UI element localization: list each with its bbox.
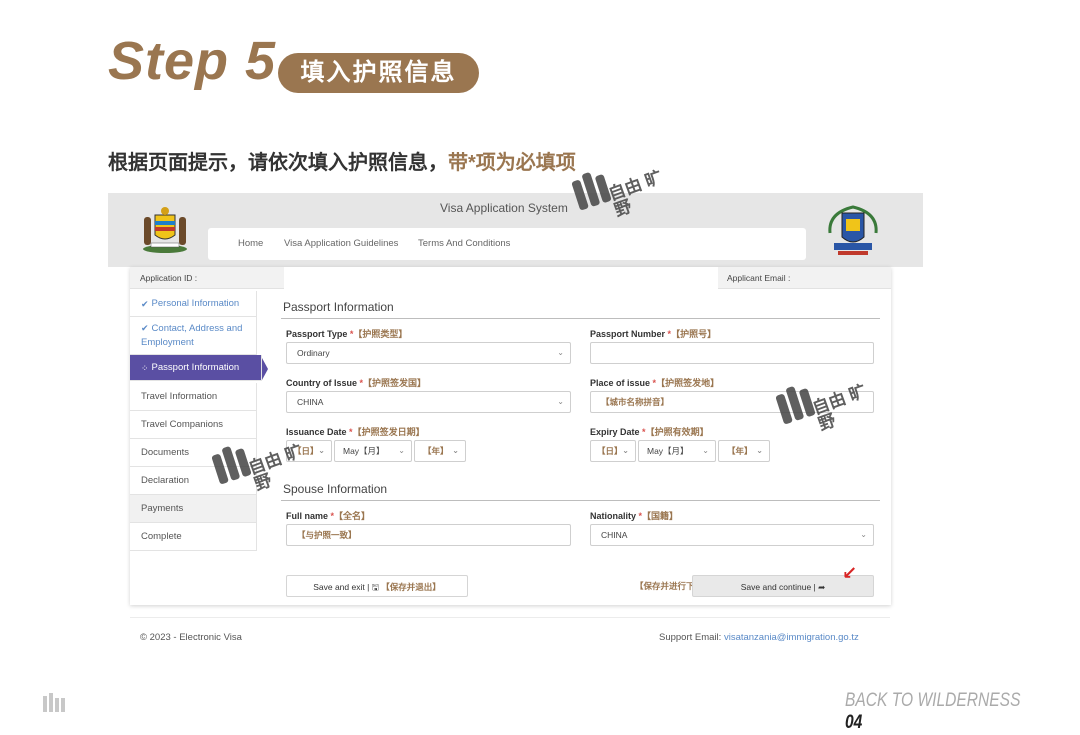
chevron-down-icon: ⌄ bbox=[702, 446, 709, 455]
site-banner: Visa Application System Home Visa Applic… bbox=[108, 193, 923, 267]
expiry-day-select[interactable]: 【日】 ⌄ bbox=[590, 440, 636, 462]
copyright-text: © 2023 - Electronic Visa bbox=[140, 632, 242, 643]
sidebar-item-contact[interactable]: ✔ Contact, Address and Employment bbox=[130, 317, 257, 355]
instruction-accent: 带*项为必填项 bbox=[448, 152, 576, 174]
save-and-exit-button[interactable]: Save and exit | 🖫 【保存并退出】 bbox=[286, 575, 468, 597]
chevron-down-icon: ⌄ bbox=[452, 446, 459, 455]
save-icon: 🖫 bbox=[371, 582, 379, 592]
instruction-text: 根据页面提示，请依次填入护照信息，带*项为必填项 bbox=[108, 146, 576, 175]
brand-logo-icon bbox=[43, 693, 65, 712]
watermark-logo-icon: 自由 旷野 bbox=[571, 166, 682, 236]
issuance-month-select[interactable]: May【月】 ⌄ bbox=[334, 440, 412, 462]
expiry-date-label: Expiry Date *【护照有效期】 bbox=[590, 427, 709, 437]
full-name-input[interactable]: 【与护照一致】 bbox=[286, 524, 571, 546]
nav-guidelines[interactable]: Visa Application Guidelines bbox=[284, 238, 398, 249]
system-title: Visa Application System bbox=[440, 201, 568, 215]
issuance-year-select[interactable]: 【年】 ⌄ bbox=[414, 440, 466, 462]
sidebar-item-complete[interactable]: Complete bbox=[130, 523, 257, 551]
country-issue-label: Country of Issue *【护照签发国】 bbox=[286, 378, 427, 388]
nationality-label: Nationality *【国籍】 bbox=[590, 511, 679, 521]
sidebar-item-companions[interactable]: Travel Companions bbox=[130, 411, 257, 439]
passport-number-input[interactable] bbox=[590, 342, 874, 364]
step-pill: 填入护照信息 bbox=[278, 53, 479, 93]
immigration-emblem-icon bbox=[828, 205, 878, 255]
sidebar-item-personal[interactable]: ✔ Personal Information bbox=[130, 291, 257, 317]
support-email-link[interactable]: visatanzania@immigration.go.tz bbox=[724, 632, 859, 643]
passport-section-rule bbox=[281, 318, 880, 319]
spinner-icon: ⁘ bbox=[141, 362, 149, 373]
application-id-value bbox=[284, 267, 718, 289]
country-issue-select[interactable]: CHINA ⌄ bbox=[286, 391, 571, 413]
passport-type-label: Passport Type *【护照类型】 bbox=[286, 329, 408, 339]
sidebar-item-travel[interactable]: Travel Information bbox=[130, 383, 257, 411]
issuance-date-label: Issuance Date *【护照签发日期】 bbox=[286, 427, 425, 437]
support-email: Support Email: visatanzania@immigration.… bbox=[659, 632, 859, 643]
expiry-month-select[interactable]: May【月】 ⌄ bbox=[638, 440, 716, 462]
brand-footer: BACK TO WILDERNESS 04 bbox=[845, 690, 1021, 733]
nav-home[interactable]: Home bbox=[238, 238, 263, 249]
full-name-label: Full name *【全名】 bbox=[286, 511, 371, 521]
red-pointer-arrow-icon: ↙ bbox=[842, 563, 858, 583]
chevron-down-icon: ⌄ bbox=[622, 446, 629, 455]
passport-number-label: Passport Number *【护照号】 bbox=[590, 329, 717, 339]
chevron-down-icon: ⌄ bbox=[398, 446, 405, 455]
spouse-section-rule bbox=[281, 500, 880, 501]
active-indicator bbox=[262, 358, 268, 380]
sidebar-item-passport[interactable]: ⁘ Passport Information bbox=[130, 355, 262, 381]
watermark-logo-icon: 自由 旷野 bbox=[775, 380, 886, 450]
instruction-main: 根据页面提示，请依次填入护照信息， bbox=[108, 152, 448, 174]
top-nav: Home Visa Application Guidelines Terms A… bbox=[208, 228, 806, 260]
step-title: Step 5 bbox=[108, 31, 277, 91]
place-issue-label: Place of issue *【护照签发地】 bbox=[590, 378, 720, 388]
footer-divider bbox=[130, 617, 890, 618]
chevron-down-icon: ⌄ bbox=[860, 530, 867, 539]
chevron-down-icon: ⌄ bbox=[756, 446, 763, 455]
applicant-email-label: Applicant Email : bbox=[727, 273, 791, 283]
check-icon: ✔ bbox=[141, 323, 149, 333]
id-bar: Application ID : Applicant Email : bbox=[130, 267, 891, 289]
chevron-down-icon: ⌄ bbox=[557, 397, 564, 406]
passport-type-select[interactable]: Ordinary ⌄ bbox=[286, 342, 571, 364]
share-arrow-icon: ➦ bbox=[818, 582, 826, 592]
passport-section-title: Passport Information bbox=[283, 300, 394, 314]
watermark-logo-icon: 自由 旷野 bbox=[211, 440, 322, 510]
check-icon: ✔ bbox=[141, 298, 149, 309]
application-id-label: Application ID : bbox=[140, 273, 198, 283]
nav-terms[interactable]: Terms And Conditions bbox=[418, 238, 510, 249]
nationality-select[interactable]: CHINA ⌄ bbox=[590, 524, 874, 546]
tanzania-coat-of-arms-icon bbox=[143, 207, 187, 253]
expiry-year-select[interactable]: 【年】 ⌄ bbox=[718, 440, 770, 462]
chevron-down-icon: ⌄ bbox=[557, 348, 564, 357]
